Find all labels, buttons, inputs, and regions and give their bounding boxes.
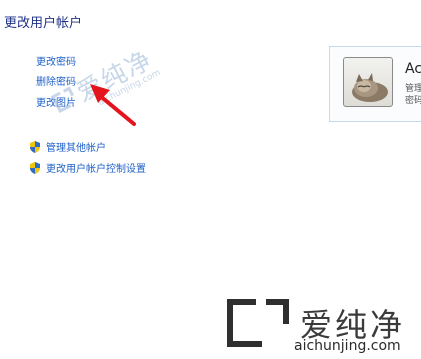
kitten-avatar-icon [343,57,393,107]
uac-settings-task[interactable]: 更改用户帐户控制设置 [30,160,146,175]
watermark-small-en: aichunjing.com [96,67,163,108]
watermark-small-cn: 爱纯净 [72,44,158,108]
manage-other-accounts-task[interactable]: 管理其他帐户 [30,139,106,154]
shield-icon [30,140,40,153]
watermark-large-en: aichunjing.com [294,338,401,354]
account-name: Ac [405,61,421,77]
account-password-status: 密码 [405,96,421,106]
manage-other-accounts-link[interactable]: 管理其他帐户 [46,139,106,154]
change-password-link[interactable]: 更改密码 [36,53,76,68]
uac-settings-link[interactable]: 更改用户帐户控制设置 [46,160,146,175]
page-title: 更改用户帐户 [4,16,83,31]
change-picture-link[interactable]: 更改图片 [36,94,76,109]
account-card: Ac 管理 密码 [329,46,421,122]
shield-icon [30,161,40,174]
remove-password-link[interactable]: 删除密码 [36,73,76,88]
